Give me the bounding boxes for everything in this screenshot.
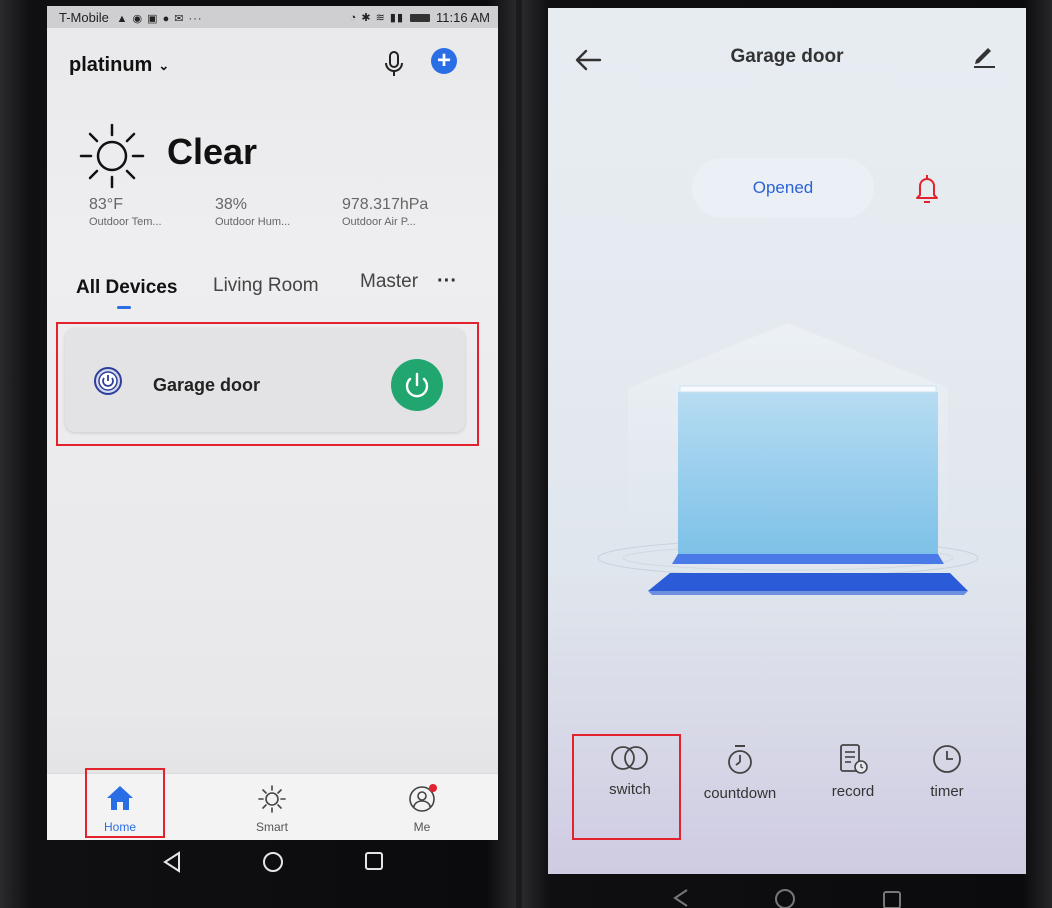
device-power-icon (94, 367, 122, 395)
home-icon (107, 786, 133, 810)
power-toggle-button[interactable] (391, 359, 443, 411)
device-name: Garage door (153, 375, 261, 395)
weather-stat-air-pressure: 978.317hPa Outdoor Air P... (342, 196, 429, 228)
sun-icon (79, 123, 145, 189)
back-nav-icon[interactable] (162, 851, 182, 873)
mic-icon[interactable] (382, 50, 406, 78)
home-nav-icon[interactable] (774, 888, 796, 908)
recents-nav-icon[interactable] (364, 851, 384, 871)
notification-badge (429, 784, 437, 792)
record-icon (840, 744, 868, 774)
battery-icon (410, 13, 431, 22)
tab-all-devices[interactable]: All Devices (76, 277, 177, 299)
status-bar: T-Mobile ▲ ◉ ▣ ● ✉ ··· ◔ ✱ ≋ ▮▮ 11:16 AM (47, 6, 498, 28)
weather-stat-humidity: 38% Outdoor Hum... (215, 196, 291, 228)
switch-icon (611, 746, 648, 770)
wifi-signal-icon: ◔ ✱ ≋ ▮▮ (349, 12, 405, 24)
device-card-garage-door[interactable]: Garage door (65, 328, 465, 432)
power-icon (405, 372, 429, 398)
stopwatch-icon (728, 745, 752, 774)
timer-button[interactable]: timer (892, 743, 1002, 800)
weather-stat-temperature: 83°F Outdoor Tem... (89, 196, 162, 228)
door-status: Opened (752, 178, 814, 197)
back-nav-icon[interactable] (672, 888, 690, 908)
door-status-pill: Opened (692, 158, 874, 218)
plus-icon[interactable]: + (431, 48, 457, 74)
garage-door-illustration (597, 323, 979, 595)
chevron-down-icon: ⌄ (158, 57, 170, 73)
tab-master[interactable]: Master (360, 271, 418, 293)
countdown-button[interactable]: countdown (685, 743, 795, 802)
system-status: ◔ ✱ ≋ ▮▮ 11:16 AM (350, 10, 490, 25)
device-detail-screen: Garage door Opened switch countdown reco… (548, 8, 1026, 874)
home-screen: T-Mobile ▲ ◉ ▣ ● ✉ ··· ◔ ✱ ≋ ▮▮ 11:16 AM… (47, 6, 498, 840)
bell-icon[interactable] (913, 173, 941, 205)
weather-condition: Clear (167, 131, 258, 172)
bottom-nav: Home Smart Me (47, 773, 498, 840)
android-nav-bar-right (522, 882, 1052, 908)
active-tab-indicator (117, 306, 131, 309)
home-nav-icon[interactable] (262, 851, 284, 873)
switch-button[interactable]: switch (575, 743, 685, 798)
phone-right: Garage door Opened switch countdown reco… (522, 0, 1052, 908)
home-selector[interactable]: platinum ⌄ (69, 54, 169, 77)
page-title: Garage door (730, 46, 844, 67)
android-nav-bar (47, 842, 498, 892)
notification-icons: ▲ ◉ ▣ ● ✉ ··· (112, 13, 203, 25)
pencil-icon[interactable] (972, 42, 996, 68)
phone-left: T-Mobile ▲ ◉ ▣ ● ✉ ··· ◔ ✱ ≋ ▮▮ 11:16 AM… (0, 0, 516, 908)
room-tabs: All Devices Living Room Master ··· (76, 270, 476, 314)
more-tabs-icon[interactable]: ··· (437, 270, 457, 293)
recents-nav-icon[interactable] (882, 890, 902, 908)
carrier-label: T-Mobile ▲ ◉ ▣ ● ✉ ··· (59, 10, 203, 25)
clock-icon (933, 745, 961, 773)
home-name: platinum (69, 54, 153, 76)
tab-living-room[interactable]: Living Room (213, 275, 319, 297)
sun-icon (258, 785, 286, 813)
clock-label: 11:16 AM (436, 10, 490, 25)
profile-icon (409, 784, 437, 812)
